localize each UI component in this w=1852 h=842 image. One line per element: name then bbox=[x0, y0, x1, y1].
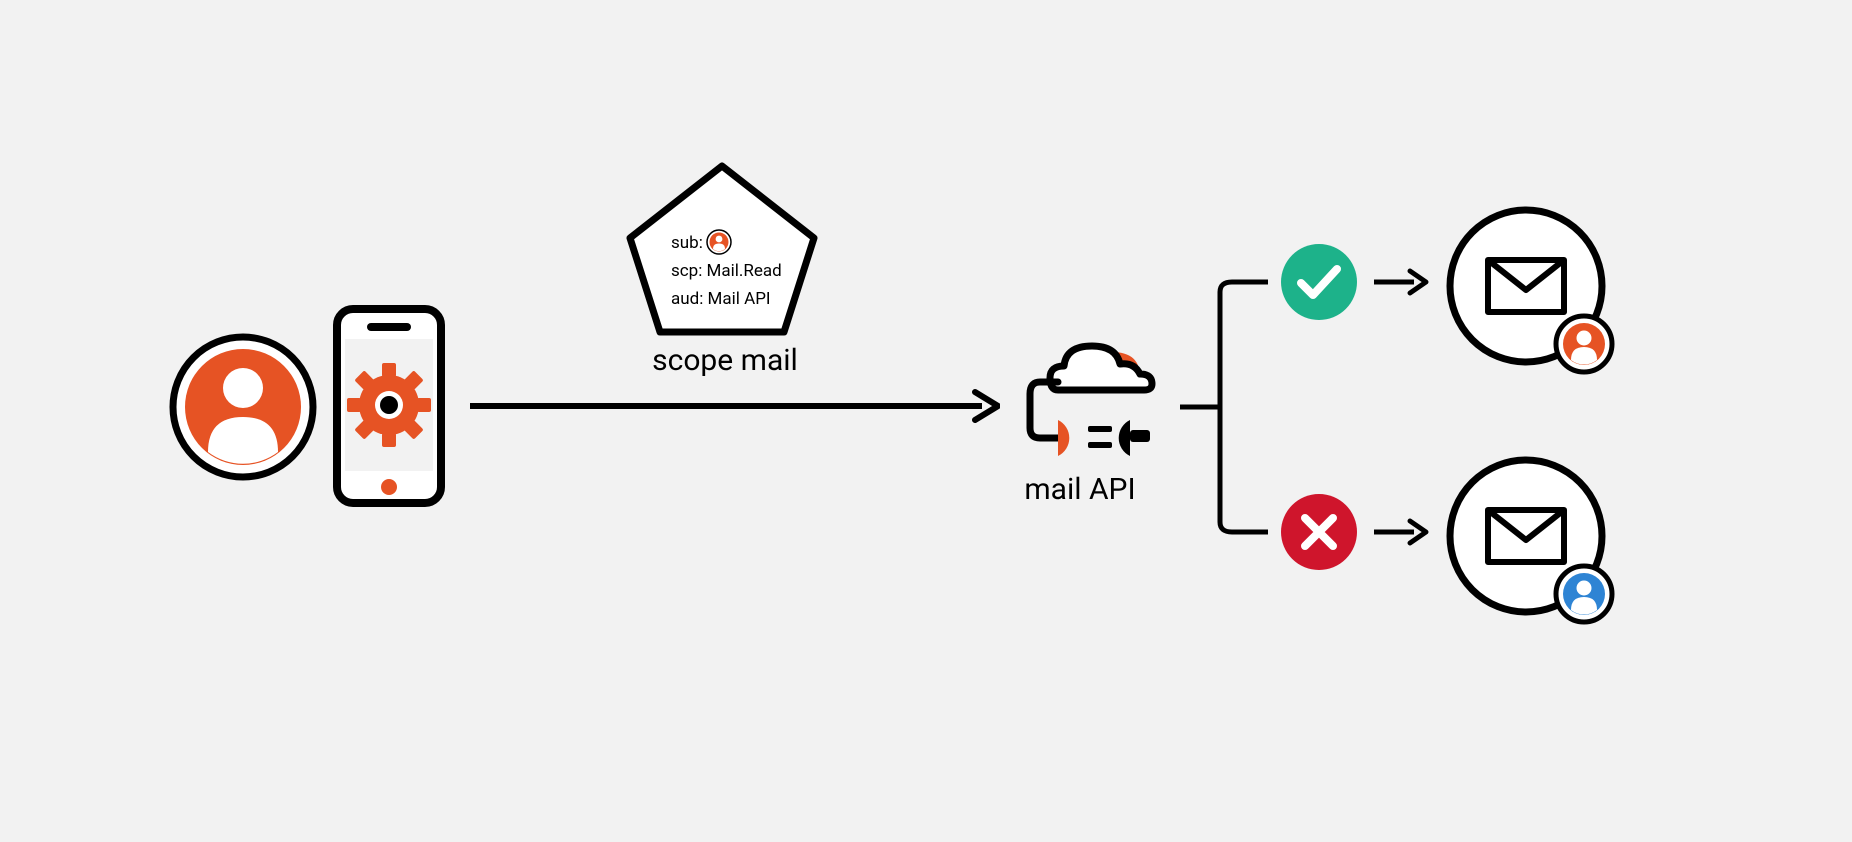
branch-connector-icon bbox=[1180, 272, 1270, 542]
allow-check-icon bbox=[1280, 243, 1358, 321]
user-avatar-icon bbox=[168, 332, 318, 482]
mail-api-label: mail API bbox=[1010, 472, 1150, 507]
arrow-after-check-icon bbox=[1372, 267, 1430, 297]
scope-label: scope mail bbox=[645, 343, 805, 378]
token-scp-line: scp: Mail.Read bbox=[671, 261, 782, 281]
mobile-app-icon bbox=[329, 301, 449, 511]
token-sub-text: sub: bbox=[671, 233, 703, 253]
arrow-after-x-icon bbox=[1372, 517, 1430, 547]
deny-x-icon bbox=[1280, 493, 1358, 571]
token-sub-user-icon bbox=[706, 229, 732, 255]
mailbox-blue-user-icon bbox=[1444, 454, 1624, 634]
main-flow-arrow-icon bbox=[470, 386, 1000, 426]
mailbox-orange-user-icon bbox=[1444, 204, 1624, 384]
token-sub-label: sub: bbox=[671, 233, 703, 253]
token-aud-line: aud: Mail API bbox=[671, 289, 771, 309]
cloud-plug-api-icon bbox=[1000, 332, 1160, 462]
